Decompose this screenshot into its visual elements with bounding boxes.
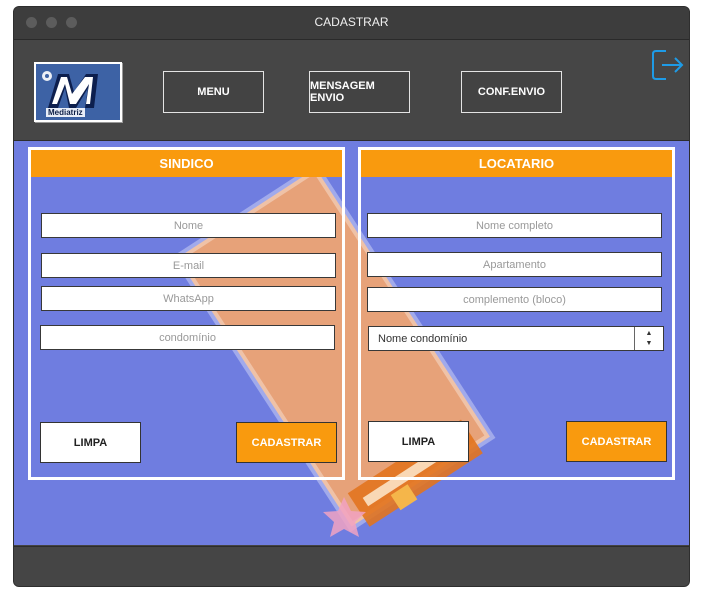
chevron-up-icon: ▲	[645, 330, 653, 337]
conf-envio-button[interactable]: CONF.ENVIO	[461, 71, 562, 113]
mensagem-envio-button[interactable]: MENSAGEM ENVIO	[309, 71, 410, 113]
locatario-condominio-select-value: Nome condomínio	[378, 332, 468, 345]
title-bar: CADASTRAR	[14, 7, 689, 40]
locatario-limpa-button[interactable]: LIMPA	[368, 421, 469, 462]
logo: Mediatriz	[34, 62, 122, 122]
menu-button[interactable]: MENU	[163, 71, 264, 113]
locatario-condominio-select[interactable]: Nome condomínio ▲ ▼	[368, 326, 664, 351]
select-spinner[interactable]: ▲ ▼	[634, 327, 663, 350]
main-content: SINDICO Nome E-mail WhatsApp condomínio …	[14, 141, 689, 545]
sindico-nome-input[interactable]: Nome	[41, 213, 336, 238]
sindico-cadastrar-button[interactable]: CADASTRAR	[236, 422, 337, 463]
sindico-limpa-button[interactable]: LIMPA	[40, 422, 141, 463]
footer-bar	[14, 546, 689, 586]
chevron-down-icon: ▼	[645, 340, 653, 347]
logout-icon[interactable]	[650, 47, 686, 83]
locatario-panel: LOCATARIO Nome completo Apartamento comp…	[358, 147, 675, 480]
sindico-condominio-input[interactable]: condomínio	[40, 325, 335, 350]
locatario-complemento-input[interactable]: complemento (bloco)	[367, 287, 662, 312]
sindico-email-input[interactable]: E-mail	[41, 253, 336, 278]
locatario-nome-input[interactable]: Nome completo	[367, 213, 662, 238]
logo-image: Mediatriz	[36, 64, 120, 120]
sindico-whatsapp-input[interactable]: WhatsApp	[41, 286, 336, 311]
logo-text: Mediatriz	[46, 108, 85, 117]
window-title: CADASTRAR	[314, 15, 389, 29]
app-window: CADASTRAR Mediatriz MENU MENSAGEM ENVIO …	[14, 7, 689, 586]
header-bar: Mediatriz MENU MENSAGEM ENVIO CONF.ENVIO	[14, 40, 689, 141]
sindico-panel: SINDICO Nome E-mail WhatsApp condomínio …	[28, 147, 345, 480]
locatario-apartamento-input[interactable]: Apartamento	[367, 252, 662, 277]
sindico-panel-title: SINDICO	[31, 150, 342, 177]
locatario-panel-title: LOCATARIO	[361, 150, 672, 177]
locatario-cadastrar-button[interactable]: CADASTRAR	[566, 421, 667, 462]
